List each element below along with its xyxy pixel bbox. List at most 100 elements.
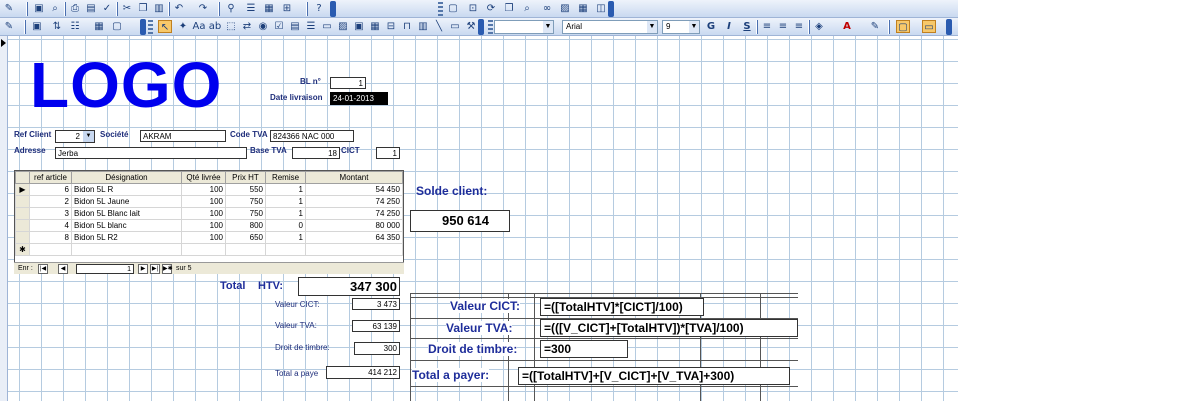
- copy-icon[interactable]: ❐: [502, 2, 516, 15]
- refresh-icon[interactable]: ⟳: [484, 2, 498, 15]
- droit-timbre-field[interactable]: 300: [354, 342, 400, 355]
- view-icon[interactable]: ✎: [2, 2, 16, 15]
- cell-ref[interactable]: 6: [29, 183, 72, 196]
- toolbar-options-icon[interactable]: [140, 19, 146, 35]
- cut-icon[interactable]: ✂: [120, 2, 134, 15]
- properties-icon[interactable]: ☷: [68, 20, 82, 33]
- redo-icon[interactable]: ↷: [196, 2, 210, 15]
- new-record-icon[interactable]: ✱: [15, 243, 30, 256]
- table-row[interactable]: ▶ 6 Bidon 5L R 100 550 1 54 450: [15, 183, 403, 196]
- view-icon[interactable]: ✎: [2, 20, 16, 33]
- cell-remise[interactable]: 1: [265, 195, 306, 208]
- chevron-down-icon[interactable]: ▼: [647, 21, 657, 33]
- cell-prix[interactable]: 550: [225, 183, 266, 196]
- cell-prix[interactable]: 650: [225, 231, 266, 244]
- fill-color-icon[interactable]: ◈: [812, 20, 826, 33]
- search-icon[interactable]: ⌕: [520, 2, 534, 15]
- unbound-frame-icon[interactable]: ▣: [352, 20, 366, 33]
- total-a-payer-field[interactable]: 414 212: [326, 366, 400, 379]
- button-tool-icon[interactable]: ▭: [320, 20, 334, 33]
- bold-icon[interactable]: G: [704, 20, 718, 33]
- line-tool-icon[interactable]: ╲: [432, 20, 446, 33]
- cell-remise[interactable]: 1: [265, 231, 306, 244]
- cell-prix[interactable]: 800: [225, 219, 266, 232]
- cell-ref[interactable]: 3: [29, 207, 72, 220]
- cict-field[interactable]: 1: [376, 147, 400, 159]
- new-object-icon[interactable]: ▢: [110, 20, 124, 33]
- cell-qte[interactable]: 100: [181, 207, 226, 220]
- toolbar-options-icon[interactable]: [478, 19, 484, 35]
- table-row[interactable]: 8 Bidon 5L R2 100 650 1 64 350: [15, 231, 403, 244]
- column-header[interactable]: Montant: [305, 171, 403, 184]
- bound-frame-icon[interactable]: ▦: [368, 20, 382, 33]
- line-color-icon[interactable]: ✎: [868, 20, 882, 33]
- cell-remise[interactable]: 1: [265, 183, 306, 196]
- label-tool-icon[interactable]: Aa: [192, 20, 206, 33]
- formula-payer-field[interactable]: =([TotalHTV]+[V_CICT]+[V_TVA]+300): [518, 367, 790, 385]
- underline-icon[interactable]: S: [740, 20, 754, 33]
- societe-field[interactable]: AKRAM: [140, 130, 226, 142]
- more-controls-icon[interactable]: ⚒: [464, 20, 478, 33]
- checkbox-icon[interactable]: ☑: [272, 20, 286, 33]
- toolbar-options-icon[interactable]: [330, 1, 336, 17]
- print-preview-icon[interactable]: ▤: [84, 2, 98, 15]
- cell-designation[interactable]: Bidon 5L Jaune: [71, 195, 182, 208]
- empty-cell[interactable]: [225, 243, 266, 256]
- cell-qte[interactable]: 100: [181, 183, 226, 196]
- valeur-tva-field[interactable]: 63 139: [352, 320, 400, 332]
- next-record-icon[interactable]: ▶: [138, 264, 148, 274]
- form-view-icon[interactable]: ▢: [446, 2, 460, 15]
- empty-cell[interactable]: [29, 243, 72, 256]
- image-tool-icon[interactable]: ▨: [336, 20, 350, 33]
- toggle-icon[interactable]: ⇄: [240, 20, 254, 33]
- cell-qte[interactable]: 100: [181, 219, 226, 232]
- autoformat-icon[interactable]: ▦: [92, 20, 106, 33]
- align-left-icon[interactable]: ≡: [760, 20, 774, 33]
- border-style-icon[interactable]: ▢: [896, 20, 910, 33]
- first-record-icon[interactable]: |◀: [38, 264, 48, 274]
- column-header[interactable]: Prix HT: [225, 171, 266, 184]
- cell-montant[interactable]: 74 250: [305, 207, 403, 220]
- window-icon[interactable]: ◫: [594, 2, 608, 15]
- row-selector-icon[interactable]: ▶: [15, 183, 30, 196]
- cell-designation[interactable]: Bidon 5L R2: [71, 231, 182, 244]
- cell-montant[interactable]: 80 000: [305, 219, 403, 232]
- print-icon[interactable]: ⎙: [68, 2, 82, 15]
- database-icon[interactable]: ⊞: [280, 2, 294, 15]
- cell-prix[interactable]: 750: [225, 195, 266, 208]
- save-icon[interactable]: ▣: [30, 20, 44, 33]
- help-icon[interactable]: ?: [312, 2, 326, 15]
- column-header[interactable]: Qté livrée: [181, 171, 226, 184]
- search-icon[interactable]: ⌕: [48, 2, 62, 15]
- code-tva-field[interactable]: 824366 NAC 000: [270, 130, 354, 142]
- cell-montant[interactable]: 64 350: [305, 231, 403, 244]
- solde-client-field[interactable]: 950 614: [410, 210, 510, 232]
- cell-ref[interactable]: 8: [29, 231, 72, 244]
- cell-designation[interactable]: Bidon 5L blanc: [71, 219, 182, 232]
- object-combobox[interactable]: ▼: [494, 20, 554, 34]
- table-icon[interactable]: ▦: [576, 2, 590, 15]
- font-name-combobox[interactable]: Arial ▼: [562, 20, 658, 34]
- new-record-nav-icon[interactable]: ▶✱: [162, 264, 173, 274]
- save-icon[interactable]: ▣: [32, 2, 46, 15]
- option-group-icon[interactable]: ⬚: [224, 20, 238, 33]
- bl-number-field[interactable]: 1: [330, 77, 366, 89]
- align-right-icon[interactable]: ≡: [792, 20, 806, 33]
- hyperlink-icon[interactable]: ⚲: [224, 2, 238, 15]
- cell-ref[interactable]: 2: [29, 195, 72, 208]
- special-effect-icon[interactable]: ▭: [922, 20, 936, 33]
- row-selector[interactable]: [15, 219, 30, 232]
- listbox-icon[interactable]: ☰: [304, 20, 318, 33]
- formula-tva-field[interactable]: =(([V_CICT]+[TotalHTV])*[TVA]/100): [540, 319, 798, 337]
- chevron-down-icon[interactable]: ▼: [83, 131, 94, 142]
- font-color-icon[interactable]: A: [840, 20, 854, 33]
- font-size-combobox[interactable]: 9 ▼: [662, 20, 700, 34]
- code-icon[interactable]: ▦: [262, 2, 276, 15]
- textbox-tool-icon[interactable]: ab: [208, 20, 222, 33]
- lignes-subform[interactable]: ref article Désignation Qté livrée Prix …: [14, 170, 404, 274]
- wizard-icon[interactable]: ✦: [176, 20, 190, 33]
- undo-icon[interactable]: ↶: [172, 2, 186, 15]
- copy-icon[interactable]: ❐: [136, 2, 150, 15]
- cell-designation[interactable]: Bidon 5L R: [71, 183, 182, 196]
- cell-designation[interactable]: Bidon 5L Blanc lait: [71, 207, 182, 220]
